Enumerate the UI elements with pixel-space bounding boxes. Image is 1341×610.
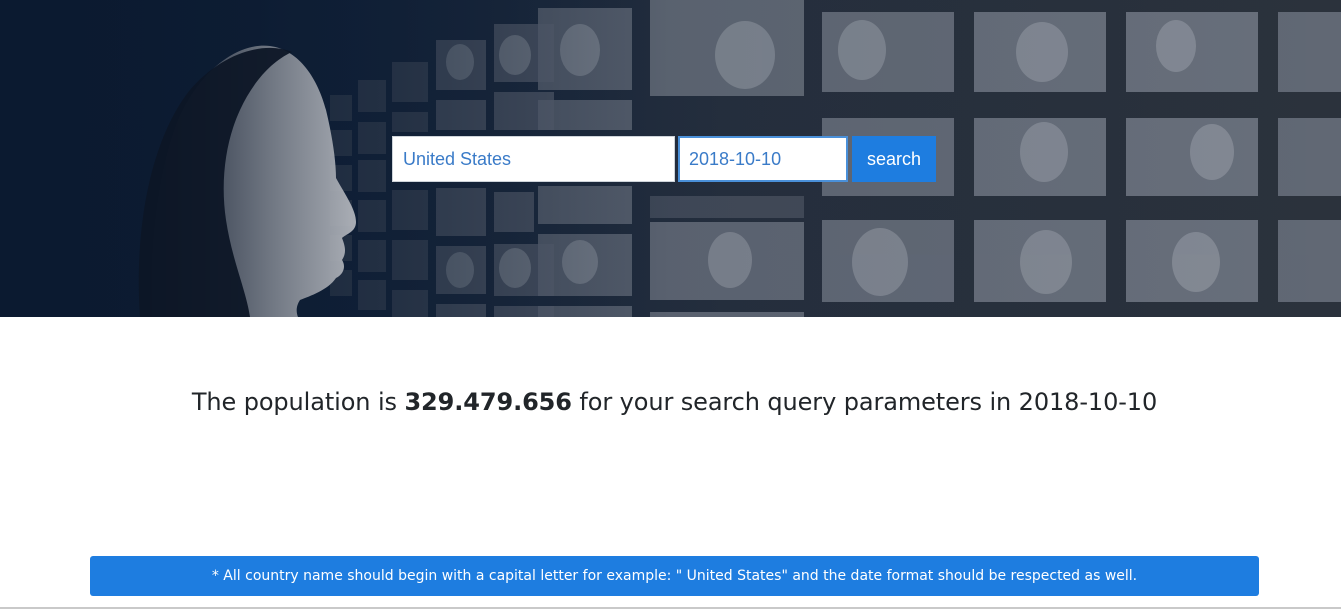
result-prefix: The population is (191, 388, 397, 416)
date-input[interactable] (678, 136, 848, 182)
search-button[interactable]: search (852, 136, 936, 182)
result-middle: for your search query parameters in (579, 388, 1012, 416)
population-result: The population is 329.479.656 for your s… (0, 388, 1341, 416)
country-input[interactable] (392, 136, 675, 182)
hero-banner: search (0, 0, 1341, 317)
notice-banner: * All country name should begin with a c… (90, 556, 1259, 596)
page: search The population is 329.479.656 for… (0, 0, 1341, 610)
bottom-divider (0, 607, 1341, 609)
notice-text: * All country name should begin with a c… (211, 568, 1138, 584)
result-date: 2018-10-10 (1018, 388, 1158, 416)
population-value: 329.479.656 (404, 388, 572, 416)
